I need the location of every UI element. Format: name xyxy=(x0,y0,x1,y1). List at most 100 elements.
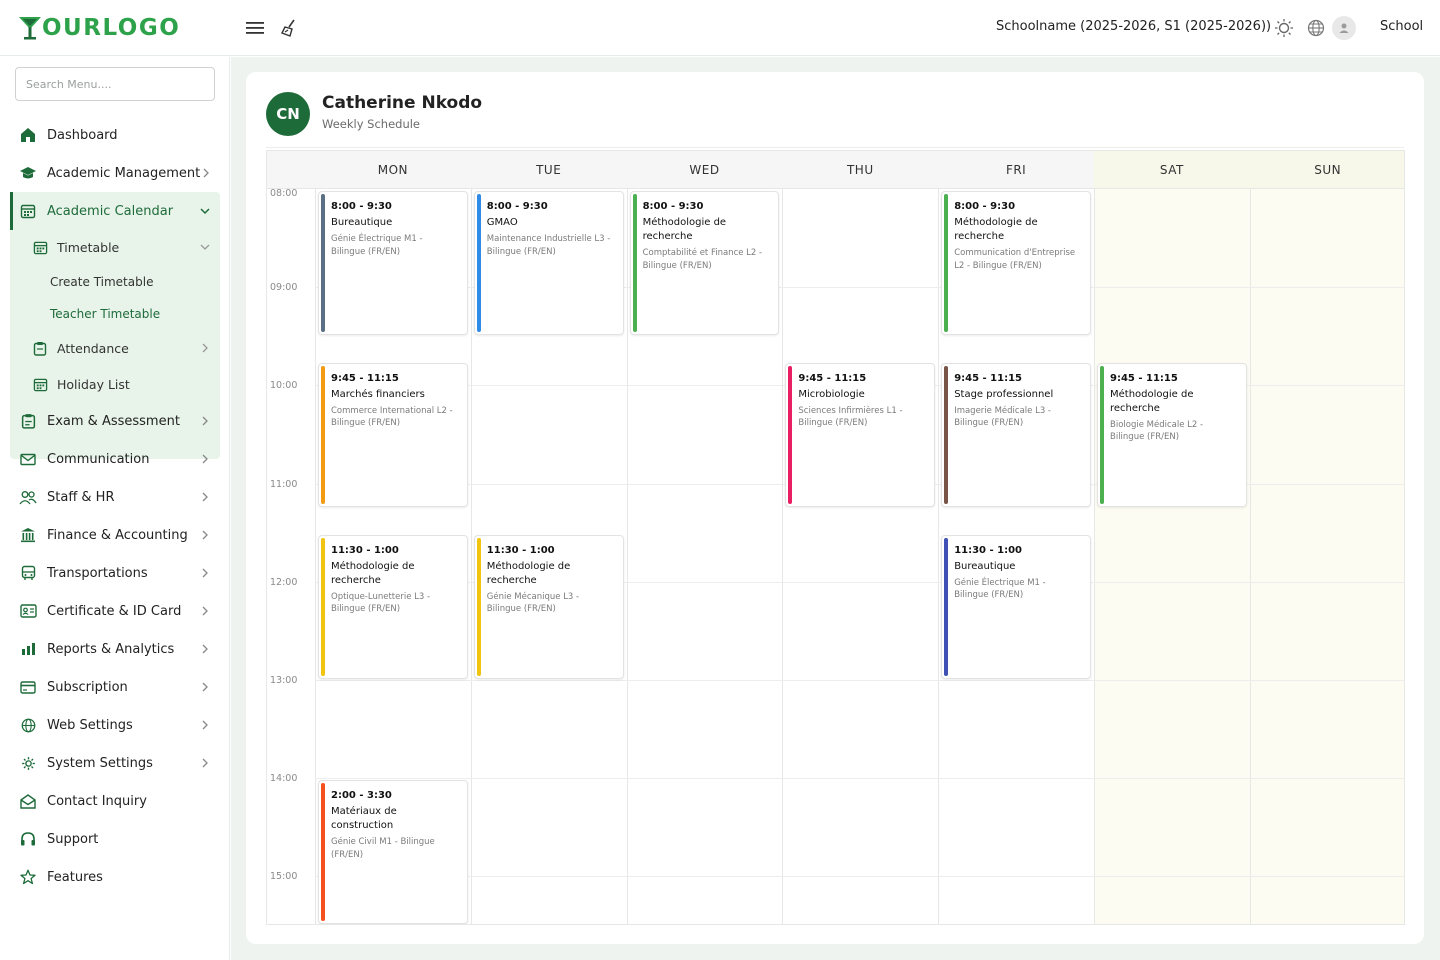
sidebar-item-features[interactable]: Features xyxy=(10,858,220,896)
event-time: 11:30 - 1:00 xyxy=(486,544,555,556)
schedule-event[interactable]: 11:30 - 1:00 Méthodologie de recherche Gén… xyxy=(473,534,624,679)
language-button[interactable] xyxy=(1305,17,1327,39)
chevron-right-icon xyxy=(198,718,212,732)
sidebar-item-holiday-list[interactable]: Holiday List xyxy=(20,367,220,401)
sidebar-item-certificate-id-card[interactable]: Certificate & ID Card xyxy=(10,592,220,630)
sidebar-item-communication[interactable]: Communication xyxy=(10,440,220,478)
schedule-event[interactable]: 11:30 - 1:00 Méthodologie de recherche Opt… xyxy=(318,534,468,679)
user-icon xyxy=(1339,23,1349,33)
event-detail: Optique-Lunetterie L3 - Bilingue (FR/EN) xyxy=(331,591,431,615)
day-header-mon: MON xyxy=(315,151,471,189)
bar-chart-icon xyxy=(19,640,37,658)
schedule-event[interactable]: 8:00 - 9:30 Méthodologie de recherche Comm… xyxy=(941,191,1091,336)
sidebar-item-exam-assessment[interactable]: Exam & Assessment xyxy=(10,402,220,440)
id-card-icon xyxy=(19,602,37,620)
sidebar-item-subscription[interactable]: Subscription xyxy=(10,668,220,706)
event-detail: Commerce International L2 - Bilingue (FR… xyxy=(331,405,453,429)
time-label: 09:00 xyxy=(270,282,298,294)
schedule-event[interactable]: 2:00 - 3:30 Matériaux de construction Géni… xyxy=(318,780,468,924)
user-name[interactable]: School xyxy=(1380,19,1423,34)
calendar-icon xyxy=(32,376,48,392)
chevron-right-icon xyxy=(198,604,212,618)
schedule-event[interactable]: 9:45 - 11:15 Marchés financiers Commerce I… xyxy=(318,362,468,508)
school-session-title[interactable]: Schoolname (2025-2026, S1 (2025-2026)) xyxy=(996,19,1271,34)
event-color-bar xyxy=(321,365,325,505)
gear-icon xyxy=(19,754,37,772)
schedule-event[interactable]: 8:00 - 9:30 GMAO Maintenance Industrielle … xyxy=(473,191,624,336)
chevron-down-icon xyxy=(198,240,212,254)
credit-card-icon xyxy=(19,678,37,696)
clipboard-icon xyxy=(19,412,37,430)
chevron-right-icon xyxy=(200,166,212,180)
time-label: 08:00 xyxy=(270,188,298,199)
event-detail: Maintenance Industrielle L3 - Bilingue (… xyxy=(486,234,611,257)
chevron-right-icon xyxy=(198,756,212,770)
schedule-event[interactable]: 9:45 - 11:15 Méthodologie de recherche Bio… xyxy=(1097,362,1247,508)
event-time: 2:00 - 3:30 xyxy=(331,790,392,802)
schedule-event[interactable]: 9:45 - 11:15 Stage professionnel Imagerie … xyxy=(941,362,1091,508)
event-subject: Méthodologie de recherche xyxy=(1110,388,1194,414)
event-detail: Génie Civil M1 - Bilingue (FR/EN) xyxy=(331,837,435,860)
teacher-name: Catherine Nkodo xyxy=(322,93,483,113)
logo-tree-icon xyxy=(18,15,42,41)
logo[interactable]: OURLOGO xyxy=(18,14,180,42)
event-color-bar xyxy=(944,365,949,505)
menu-toggle-button[interactable] xyxy=(243,16,267,40)
event-time: 8:00 - 9:30 xyxy=(331,201,392,212)
event-detail: Génie Électrique M1 - Bilingue (FR/EN) xyxy=(331,234,423,257)
event-detail: Communication d'Entreprise L2 - Bilingue… xyxy=(954,248,1076,271)
event-detail: Sciences Infirmières L1 - Bilingue (FR/E… xyxy=(798,405,903,429)
event-detail: Biologie Médicale L2 - Bilingue (FR/EN) xyxy=(1110,419,1204,443)
schedule-event[interactable]: 8:00 - 9:30 Méthodologie de recherche Comp… xyxy=(629,191,780,336)
event-color-bar xyxy=(476,537,481,676)
sidebar-item-academic-management[interactable]: Academic Management xyxy=(10,154,220,192)
event-subject: Microbiologie xyxy=(798,388,865,400)
bank-icon xyxy=(19,526,37,544)
envelope-open-icon xyxy=(19,792,37,810)
clear-cache-button[interactable] xyxy=(277,16,301,40)
day-header-sun: SUN xyxy=(1249,151,1404,189)
event-subject: Méthodologie de recherche xyxy=(331,560,415,586)
time-label: 15:00 xyxy=(270,871,298,883)
sidebar-item-dashboard[interactable]: Dashboard xyxy=(10,116,220,154)
chevron-right-icon xyxy=(198,490,212,504)
logo-text: OURLOGO xyxy=(42,15,181,41)
user-avatar[interactable] xyxy=(1332,16,1356,40)
hour-line xyxy=(315,680,1404,681)
theme-toggle-button[interactable] xyxy=(1273,17,1295,39)
sidebar-item-reports-analytics[interactable]: Reports & Analytics xyxy=(10,630,220,668)
time-label: 14:00 xyxy=(270,773,298,785)
sidebar-item-create-timetable[interactable]: Create Timetable xyxy=(50,267,153,297)
schedule-event[interactable]: 8:00 - 9:30 Bureautique Génie Électrique M… xyxy=(318,191,468,336)
top-header: OURLOGO Schoolname (2025-2026, S1 (2025-… xyxy=(0,0,1440,56)
sidebar-item-web-settings[interactable]: Web Settings xyxy=(10,706,220,744)
sidebar-item-contact-inquiry[interactable]: Contact Inquiry xyxy=(10,782,220,820)
day-header-fri: FRI xyxy=(938,151,1094,189)
sidebar-item-teacher-timetable[interactable]: Teacher Timetable xyxy=(50,299,160,329)
chevron-right-icon xyxy=(198,528,212,542)
sidebar-item-academic-calendar[interactable]: Academic Calendar xyxy=(10,192,220,230)
schedule-event[interactable]: 11:30 - 1:00 Bureautique Génie Électrique … xyxy=(941,534,1091,679)
event-color-bar xyxy=(476,194,481,333)
time-label: 10:00 xyxy=(270,380,298,392)
schedule-event[interactable]: 9:45 - 11:15 Microbiologie Sciences Infirm… xyxy=(785,362,936,508)
globe-icon xyxy=(1307,19,1325,37)
sidebar-item-timetable[interactable]: Timetable xyxy=(20,230,220,264)
sidebar-item-transportations[interactable]: Transportations xyxy=(10,554,220,592)
sidebar-item-staff-hr[interactable]: Staff & HR xyxy=(10,478,220,516)
sidebar-item-system-settings[interactable]: System Settings xyxy=(10,744,220,782)
time-label: 11:00 xyxy=(270,478,298,490)
sidebar-item-finance-accounting[interactable]: Finance & Accounting xyxy=(10,516,220,554)
weekly-schedule-grid: MON TUE WED THU FRI SAT SUN 08:00 09:00 10:00 11:0… xyxy=(266,150,1405,925)
search-menu-input[interactable] xyxy=(15,67,215,101)
sidebar-item-support[interactable]: Support xyxy=(10,820,220,858)
sun-icon xyxy=(1275,19,1293,37)
schedule-subtitle: Weekly Schedule xyxy=(322,117,421,131)
home-icon xyxy=(19,126,37,144)
schedule-card: CN Catherine Nkodo Weekly Schedule MON TU… xyxy=(246,72,1424,944)
hour-line xyxy=(315,778,1404,780)
users-icon xyxy=(19,488,37,506)
event-subject: Marchés financiers xyxy=(331,388,425,400)
sidebar-item-attendance[interactable]: Attendance xyxy=(20,331,220,365)
event-color-bar xyxy=(944,194,949,333)
